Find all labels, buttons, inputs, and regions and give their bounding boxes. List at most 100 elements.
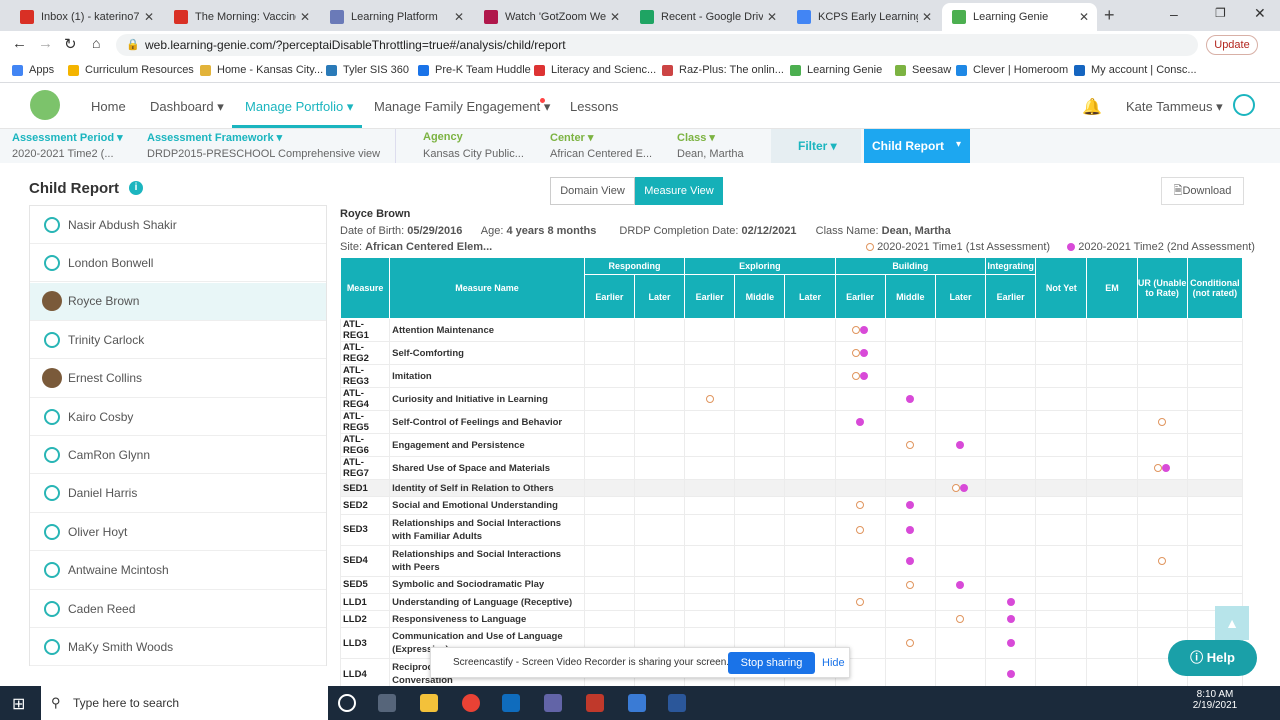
child-list-item[interactable]: Daniel Harris [30,475,326,513]
level-group-header: Building [834,257,987,275]
child-report-button[interactable]: Child Report ▾ [864,129,970,163]
time1-marker [906,639,915,648]
reload-icon[interactable]: ↻ [64,35,77,53]
scroll-top-button[interactable]: ▲ [1215,606,1249,640]
bell-icon[interactable]: 🔔 [1082,97,1102,117]
class-label[interactable]: Class ▾ [677,131,715,144]
assessment-period-label[interactable]: Assessment Period ▾ [12,131,123,144]
bookmark-item[interactable]: Raz-Plus: The onlin... [662,64,784,76]
child-list-item[interactable]: London Bonwell [30,244,326,283]
sublevel-header: Middle [884,274,936,319]
word-icon[interactable] [668,694,686,712]
bookmark-item[interactable]: Apps [12,64,54,76]
outlook-icon[interactable] [502,694,520,712]
user-menu[interactable]: Kate Tammeus ▾ [1126,99,1223,115]
bookmark-item[interactable]: Tyler SIS 360 [326,64,409,76]
bookmark-item[interactable]: Literacy and Scienc... [534,64,656,76]
child-list-item[interactable]: CamRon Glynn [30,436,326,475]
assessment-framework-label[interactable]: Assessment Framework ▾ [147,131,282,144]
child-list-item[interactable]: Antwaine Mcintosh [30,552,326,590]
bookmark-item[interactable]: Clever | Homeroom [956,64,1068,76]
browser-tab[interactable]: Learning Platform ✕ [320,3,472,31]
filter-button[interactable]: Filter ▾ [771,129,861,163]
nav-manage-family-engagement[interactable]: Manage Family Engagement ▾ [374,99,550,115]
chrome-icon[interactable] [462,694,480,712]
bookmark-item[interactable]: Pre-K Team Huddle [418,64,531,76]
agency-value[interactable]: Kansas City Public... [423,148,524,160]
teams-icon[interactable] [544,694,562,712]
avatar-icon[interactable] [1233,94,1255,116]
browser-tab[interactable]: Recent - Google Drive ✕ [630,3,785,31]
close-tab-icon[interactable]: ✕ [922,10,932,24]
bookmark-item[interactable]: Home - Kansas City... [200,64,323,76]
bookmark-item[interactable]: My account | Consc... [1074,64,1197,76]
bookmark-item[interactable]: Seesaw [895,64,951,76]
hide-link[interactable]: Hide [822,657,845,669]
taskbar-search[interactable]: ⚲ Type here to search [41,686,328,720]
bookmark-icon [200,64,211,76]
child-list-item[interactable]: Nasir Abdush Shakir [30,206,326,244]
minimize-icon[interactable]: – [1170,6,1178,22]
center-label[interactable]: Center ▾ [550,131,593,144]
child-avatar-icon [44,600,60,617]
close-tab-icon[interactable]: ✕ [1079,10,1089,24]
nav-home[interactable]: Home [91,99,126,114]
bookmark-item[interactable]: Curriculum Resources [68,64,194,76]
legend: 2020-2021 Time1 (1st Assessment) 2020-20… [866,241,1255,253]
download-button[interactable]: 🗎Download [1161,177,1244,205]
child-list-item[interactable]: Ernest Collins [30,360,326,398]
measure-view-tab[interactable]: Measure View [635,177,723,205]
table-row: ATL-REG1 Attention Maintenance [339,318,1244,342]
learning-genie-logo[interactable] [30,90,60,120]
center-value[interactable]: African Centered E... [550,148,652,160]
browser-tab[interactable]: Learning Genie ✕ [942,3,1097,31]
nav-manage-portfolio[interactable]: Manage Portfolio ▾ [245,99,353,115]
close-tab-icon[interactable]: ✕ [454,10,464,24]
url-field[interactable]: 🔒 web.learning-genie.com/?perceptaiDisab… [116,34,1198,56]
browser-tab[interactable]: Watch 'GotZoom Webi ✕ [474,3,628,31]
time1-marker [906,440,915,449]
maximize-icon[interactable]: ❐ [1215,6,1226,20]
app-icon[interactable] [586,694,604,712]
browser-tab[interactable]: Inbox (1) - katerino75@✕ [10,3,162,31]
time2-marker [906,556,915,565]
stop-sharing-button[interactable]: Stop sharing [728,652,815,674]
bookmark-item[interactable]: Learning Genie [790,64,882,76]
child-list-item[interactable]: Kairo Cosby [30,398,326,436]
app-icon-2[interactable] [628,694,646,712]
domain-view-tab[interactable]: Domain View [550,177,635,205]
child-list-item[interactable]: Trinity Carlock [30,321,326,360]
taskbar-clock[interactable]: 8:10 AM 2/19/2021 [1180,689,1250,711]
child-list-item[interactable]: Oliver Hoyt [30,513,326,552]
child-list-item[interactable]: MaKy Smith Woods [30,628,326,667]
forward-icon[interactable]: → [38,35,53,52]
bookmark-icon [326,64,337,76]
class-value[interactable]: Dean, Martha [677,148,744,160]
close-tab-icon[interactable]: ✕ [144,10,154,24]
assessment-period-value[interactable]: 2020-2021 Time2 (... [12,148,114,160]
info-icon[interactable]: i [129,181,143,195]
file-explorer-icon[interactable] [420,694,438,712]
home-icon[interactable]: ⌂ [92,35,100,51]
task-view-icon[interactable] [378,694,396,712]
nav-lessons[interactable]: Lessons [570,99,618,114]
assessment-framework-value[interactable]: DRDP2015-PRESCHOOL Comprehensive view [147,148,380,160]
close-tab-icon[interactable]: ✕ [767,10,777,24]
close-window-icon[interactable]: ✕ [1254,5,1266,22]
back-icon[interactable]: ← [12,35,27,52]
windows-start-icon[interactable]: ⊞ [12,694,25,714]
new-tab-icon[interactable]: + [1104,5,1115,26]
browser-tab[interactable]: The Morning: Vaccine a✕ [164,3,318,31]
cortana-icon[interactable] [338,694,356,712]
close-tab-icon[interactable]: ✕ [610,10,620,24]
update-button[interactable]: Update [1206,35,1258,55]
table-row: ATL-REG2 Self-Comforting [339,341,1244,365]
child-list-item[interactable]: Caden Reed [30,590,326,628]
help-button[interactable]: ⓘ Help [1168,640,1257,676]
browser-tab[interactable]: KCPS Early Learning Pl✕ [787,3,940,31]
close-tab-icon[interactable]: ✕ [300,10,310,24]
bookmark-icon [418,64,429,76]
time2-marker [1162,463,1171,472]
child-list-item[interactable]: Royce Brown [30,282,326,321]
nav-dashboard[interactable]: Dashboard ▾ [150,99,224,115]
